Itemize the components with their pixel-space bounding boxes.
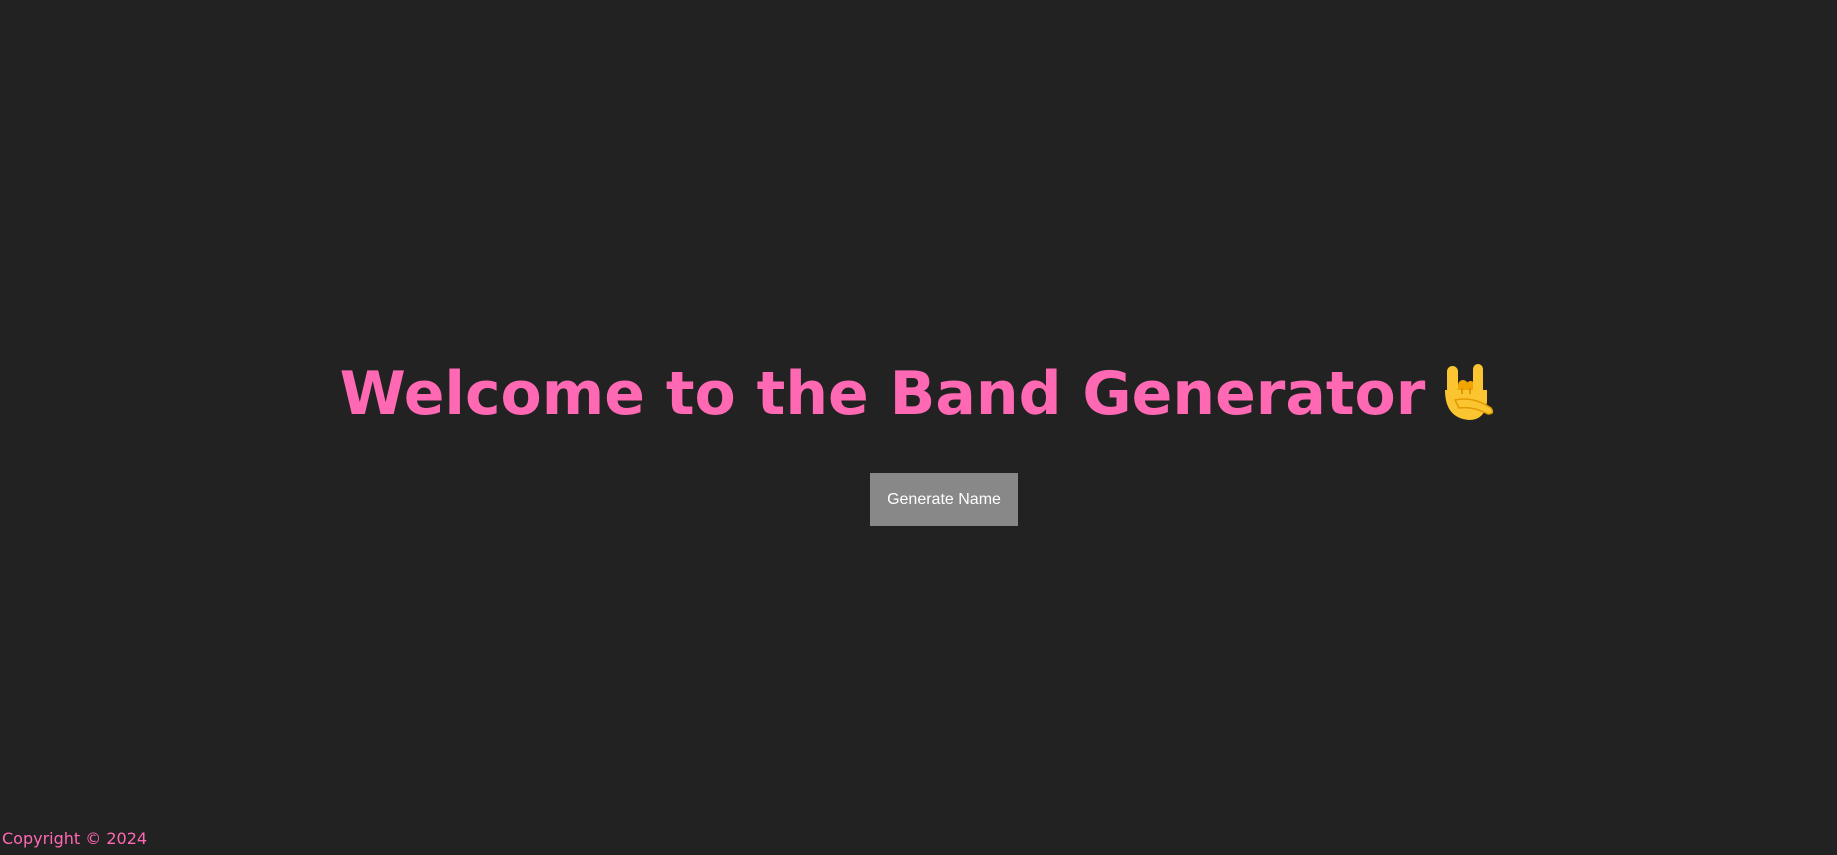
copyright-footer: Copyright © 2024 <box>2 829 148 848</box>
generate-name-button[interactable]: Generate Name <box>870 473 1018 526</box>
page-title-text: Welcome to the Band Generator <box>339 359 1426 429</box>
rock-on-hand-icon <box>1433 360 1497 424</box>
page-title: Welcome to the Band Generator <box>0 354 1837 434</box>
hero-section: Welcome to the Band Generator Generate N… <box>0 0 1837 855</box>
